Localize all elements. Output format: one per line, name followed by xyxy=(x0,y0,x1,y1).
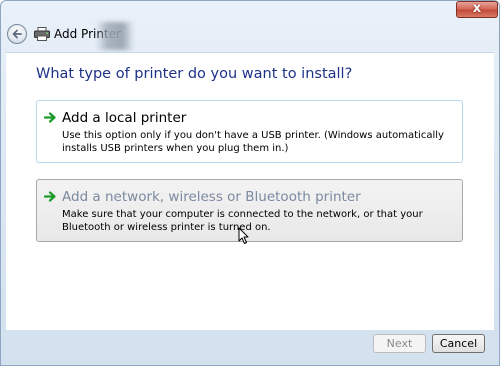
next-button[interactable]: Next xyxy=(373,334,426,353)
option-title: Add a network, wireless or Bluetooth pri… xyxy=(62,189,361,205)
green-arrow-icon xyxy=(44,112,56,123)
option-description: Use this option only if you don't have a… xyxy=(62,130,444,154)
cancel-button[interactable]: Cancel xyxy=(432,334,485,353)
option-add-local-printer[interactable]: Add a local printer Use this option only… xyxy=(36,100,463,163)
blurred-region xyxy=(96,22,134,50)
mouse-cursor-icon xyxy=(238,227,249,244)
page-heading: What type of printer do you want to inst… xyxy=(36,66,353,82)
printer-icon xyxy=(34,27,50,41)
add-printer-window: x Add Printer What type of printer do yo… xyxy=(0,0,500,366)
option-title: Add a local printer xyxy=(62,110,187,126)
back-button[interactable] xyxy=(7,24,27,44)
option-description: Make sure that your computer is connecte… xyxy=(62,209,423,233)
wizard-content: What type of printer do you want to inst… xyxy=(6,52,494,330)
close-button-label: x xyxy=(472,1,482,16)
green-arrow-icon xyxy=(44,191,56,202)
close-button[interactable]: x xyxy=(456,1,498,18)
back-arrow-icon xyxy=(12,29,22,39)
